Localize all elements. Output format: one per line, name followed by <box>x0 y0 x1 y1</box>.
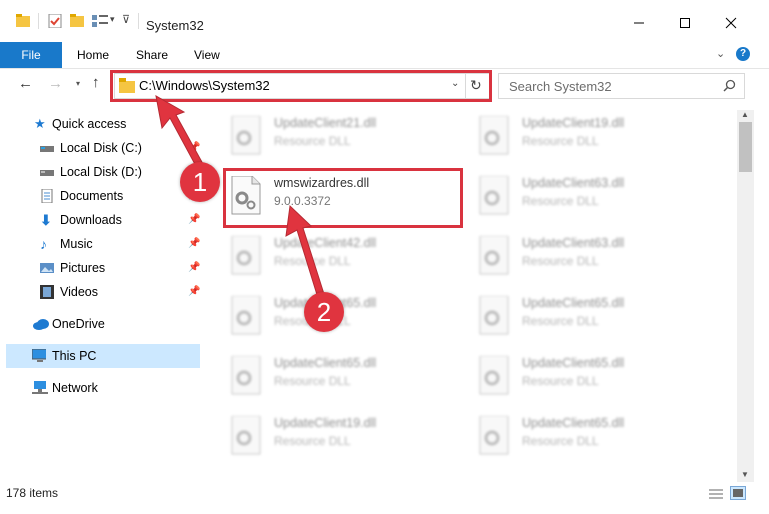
arrow-1 <box>155 95 204 169</box>
step-badge-2: 2 <box>304 292 344 332</box>
step-badge-1: 1 <box>180 162 220 202</box>
annotation-arrows <box>155 95 325 299</box>
arrow-2 <box>285 204 325 299</box>
